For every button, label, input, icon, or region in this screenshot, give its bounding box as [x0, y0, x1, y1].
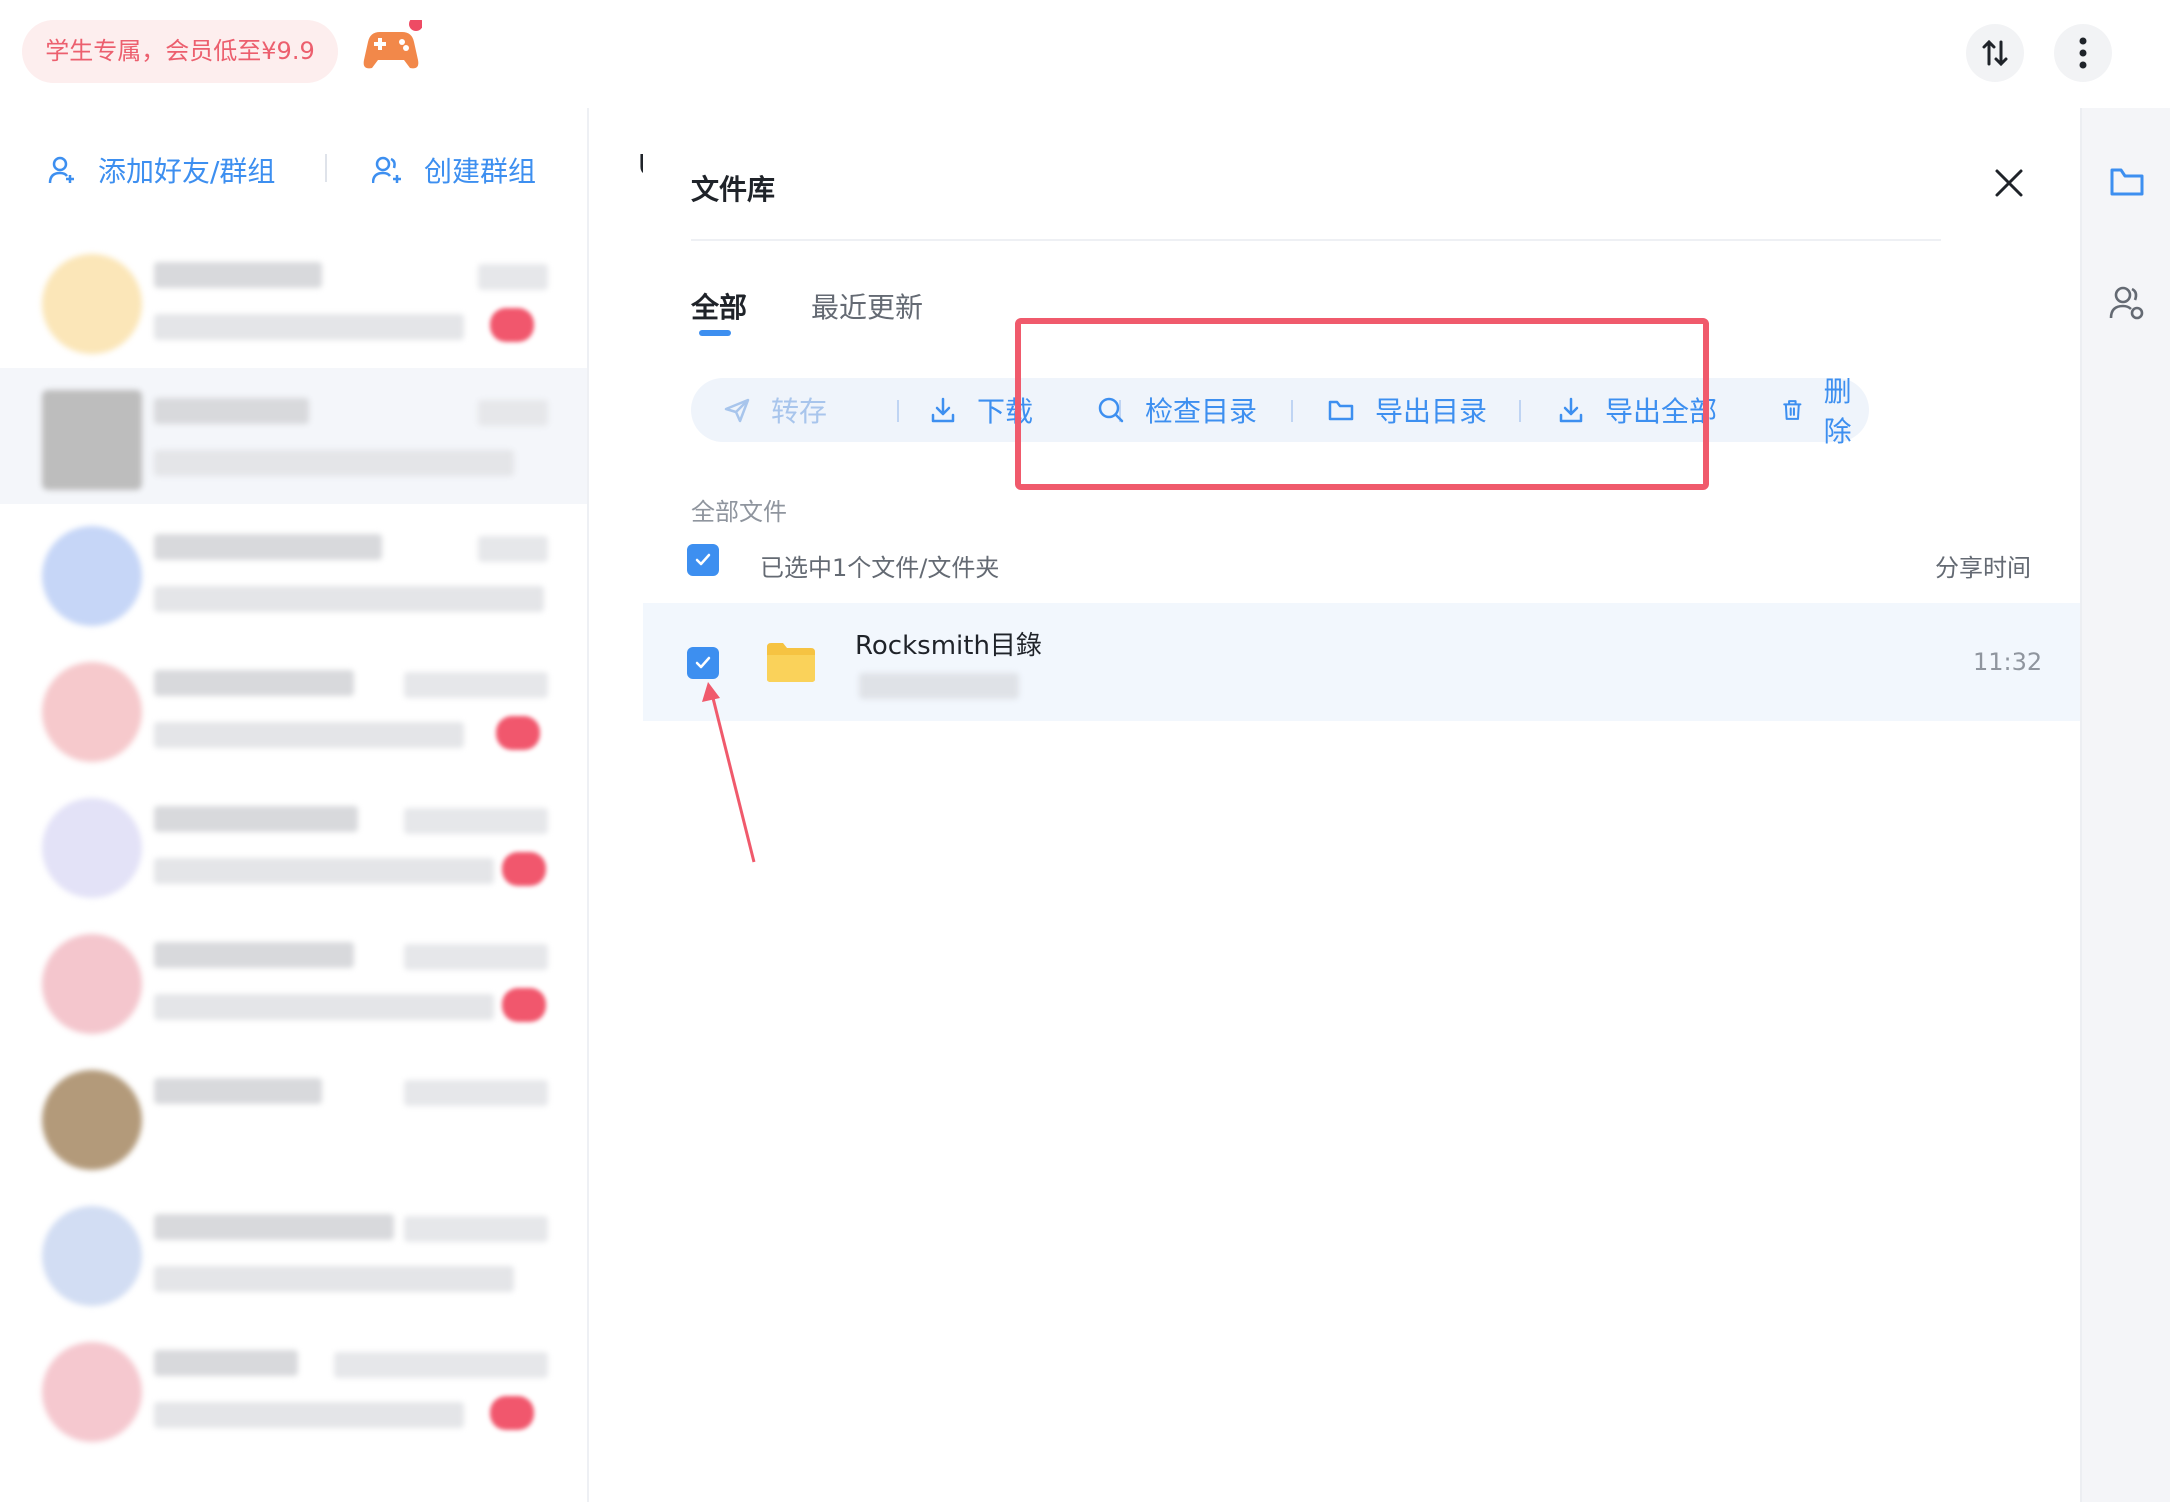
blurred-text — [404, 1216, 548, 1242]
avatar — [42, 254, 142, 354]
panel-title: 文件库 — [691, 173, 776, 206]
blurred-text — [478, 536, 548, 562]
avatar — [42, 526, 142, 626]
close-icon[interactable] — [1989, 163, 2029, 203]
promo-banner[interactable]: 学生专属，会员低至¥9.9 — [22, 20, 338, 83]
blurred-text — [859, 673, 1019, 699]
file-name[interactable]: Rocksmith目錄 — [855, 625, 1042, 662]
blurred-text — [154, 858, 494, 884]
add-user-icon — [48, 156, 74, 184]
blurred-text — [154, 534, 382, 560]
conversation-list: 添加好友/群组 创建群组 — [0, 108, 587, 1502]
annotation-highlight-box — [1015, 318, 1709, 490]
annotation-arrow-icon — [702, 682, 756, 863]
list-actions: 添加好友/群组 创建群组 — [0, 108, 587, 232]
group-add-icon — [372, 156, 401, 184]
sort-arrows-icon — [1982, 39, 2008, 67]
blurred-text — [404, 944, 548, 970]
avatar — [42, 934, 142, 1034]
blurred-text — [154, 806, 358, 832]
avatar — [42, 390, 142, 490]
avatar — [42, 1206, 142, 1306]
tab-indicator — [699, 330, 731, 336]
unread-badge — [496, 716, 540, 750]
blurred-text — [334, 1352, 548, 1378]
check-icon — [695, 656, 711, 669]
trash-icon — [1783, 400, 1802, 420]
divider — [691, 239, 1941, 241]
blurred-text — [154, 942, 354, 968]
divider — [897, 400, 899, 422]
more-button[interactable] — [2054, 24, 2112, 82]
folder-icon — [767, 643, 815, 682]
add-friend-label: 添加好友/群组 — [98, 155, 276, 188]
delete-label: 删除 — [1823, 375, 1852, 448]
select-all-checkbox[interactable] — [687, 544, 719, 576]
column-share-time[interactable]: 分享时间 — [1935, 548, 2031, 583]
list-item[interactable] — [0, 1320, 587, 1456]
chat-area: U — [587, 108, 659, 1502]
save-to-label: 转存 — [771, 395, 828, 428]
tab-recent[interactable]: 最近更新 — [811, 286, 923, 326]
blurred-text — [154, 1402, 464, 1428]
list-item[interactable] — [0, 232, 587, 368]
list-item[interactable] — [0, 1184, 587, 1320]
blurred-text — [154, 994, 494, 1020]
list-item[interactable] — [0, 1048, 587, 1184]
blurred-text — [154, 262, 322, 288]
more-vertical-icon — [2079, 37, 2087, 69]
unread-badge — [490, 1396, 534, 1430]
blurred-text — [478, 400, 548, 426]
save-to-button[interactable]: 转存 — [723, 378, 827, 442]
download-icon — [931, 397, 955, 423]
selection-status: 已选中1个文件/文件夹 — [760, 554, 1000, 582]
tab-all[interactable]: 全部 — [691, 286, 747, 326]
blurred-text — [404, 808, 548, 834]
delete-button[interactable]: 删除 — [1781, 375, 1869, 448]
unread-badge — [502, 988, 546, 1022]
blurred-text — [404, 672, 548, 698]
unread-badge — [490, 308, 534, 342]
blurred-text — [154, 1266, 514, 1292]
file-time: 11:32 — [1973, 648, 2043, 676]
blurred-text — [154, 314, 464, 340]
avatar — [42, 1070, 142, 1170]
member-settings-icon[interactable] — [2108, 284, 2146, 322]
avatar — [42, 662, 142, 762]
add-friend-button[interactable]: 添加好友/群组 — [48, 148, 275, 192]
blurred-text — [404, 1080, 548, 1106]
blurred-text — [154, 450, 514, 476]
list-item[interactable] — [0, 640, 587, 776]
blurred-text — [154, 1350, 298, 1376]
check-icon — [695, 553, 711, 566]
blurred-text — [478, 264, 548, 290]
list-item[interactable] — [0, 504, 587, 640]
folder-outline-icon[interactable] — [2108, 163, 2146, 201]
create-group-button[interactable]: 创建群组 — [372, 148, 536, 192]
list-item[interactable] — [0, 912, 587, 1048]
create-group-label: 创建群组 — [424, 155, 537, 188]
row-checkbox[interactable] — [687, 647, 719, 679]
list-item[interactable] — [0, 368, 587, 504]
list-item[interactable] — [0, 776, 587, 912]
blurred-text — [154, 1078, 322, 1104]
table-row[interactable]: Rocksmith目錄 11:32 — [643, 603, 2080, 721]
blurred-text — [154, 586, 544, 612]
gamepad-icon[interactable] — [360, 20, 422, 76]
blurred-text — [154, 1214, 394, 1240]
blurred-text — [154, 670, 354, 696]
file-library-panel: 文件库 全部 最近更新 转存 下载 检查目录 导出目录 导出全部 删除 全部文件… — [643, 108, 2080, 1502]
section-label: 全部文件 — [691, 498, 787, 526]
unread-badge — [502, 852, 546, 886]
avatar — [42, 1342, 142, 1442]
sort-button[interactable] — [1966, 24, 2024, 82]
send-icon — [724, 398, 750, 423]
right-rail — [2080, 108, 2170, 1502]
divider — [325, 154, 327, 182]
blurred-text — [154, 398, 309, 424]
blurred-text — [154, 722, 464, 748]
top-bar: 学生专属，会员低至¥9.9 — [0, 0, 2170, 108]
avatar — [42, 798, 142, 898]
